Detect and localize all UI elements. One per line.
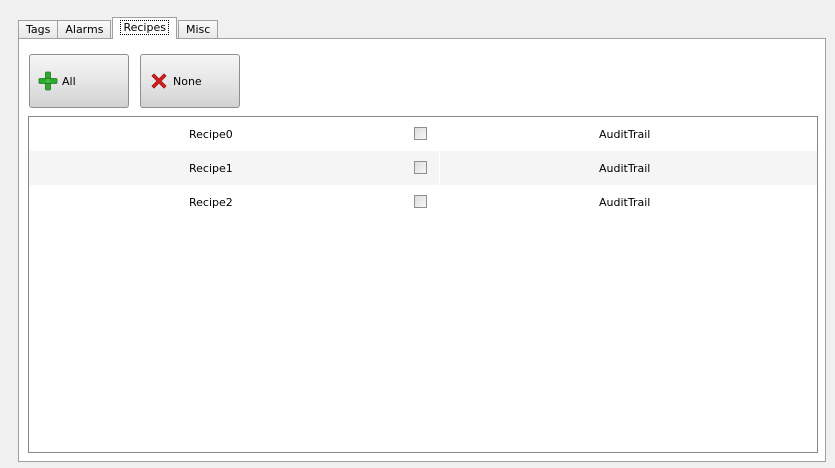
tab-misc-label: Misc (185, 23, 211, 36)
audit-trail-label: AuditTrail (599, 127, 651, 141)
recipe-name: Recipe2 (189, 195, 233, 209)
tab-recipes-label: Recipes (120, 20, 169, 35)
tab-bar: Tags Alarms Recipes Misc (18, 17, 219, 39)
red-x-icon (149, 71, 169, 91)
list-item[interactable]: Recipe2 AuditTrail (29, 185, 817, 219)
select-all-button[interactable]: All (29, 54, 129, 108)
recipe-checkbox[interactable] (414, 127, 427, 140)
column-divider (439, 151, 440, 185)
list-item[interactable]: Recipe0 AuditTrail (29, 117, 817, 151)
recipe-checkbox[interactable] (414, 195, 427, 208)
green-plus-icon (38, 71, 58, 91)
recipe-name: Recipe1 (189, 161, 233, 175)
recipe-list: Recipe0 AuditTrail Recipe1 AuditTrail Re… (28, 116, 818, 453)
select-all-label: All (62, 74, 76, 88)
tab-tags-label: Tags (26, 23, 51, 36)
audit-trail-label: AuditTrail (599, 161, 651, 175)
recipe-checkbox[interactable] (414, 161, 427, 174)
recipe-name: Recipe0 (189, 127, 233, 141)
select-none-label: None (173, 74, 202, 88)
select-none-button[interactable]: None (140, 54, 240, 108)
audit-trail-label: AuditTrail (599, 195, 651, 209)
tab-misc[interactable]: Misc (177, 20, 219, 39)
tab-recipes[interactable]: Recipes (112, 17, 177, 39)
tab-alarms[interactable]: Alarms (57, 20, 112, 39)
list-item[interactable]: Recipe1 AuditTrail (29, 151, 817, 185)
tab-alarms-label: Alarms (65, 23, 104, 36)
tab-tags[interactable]: Tags (18, 20, 59, 39)
recipes-panel: All None Recipe0 AuditTrail Recipe1 Audi… (18, 38, 826, 462)
